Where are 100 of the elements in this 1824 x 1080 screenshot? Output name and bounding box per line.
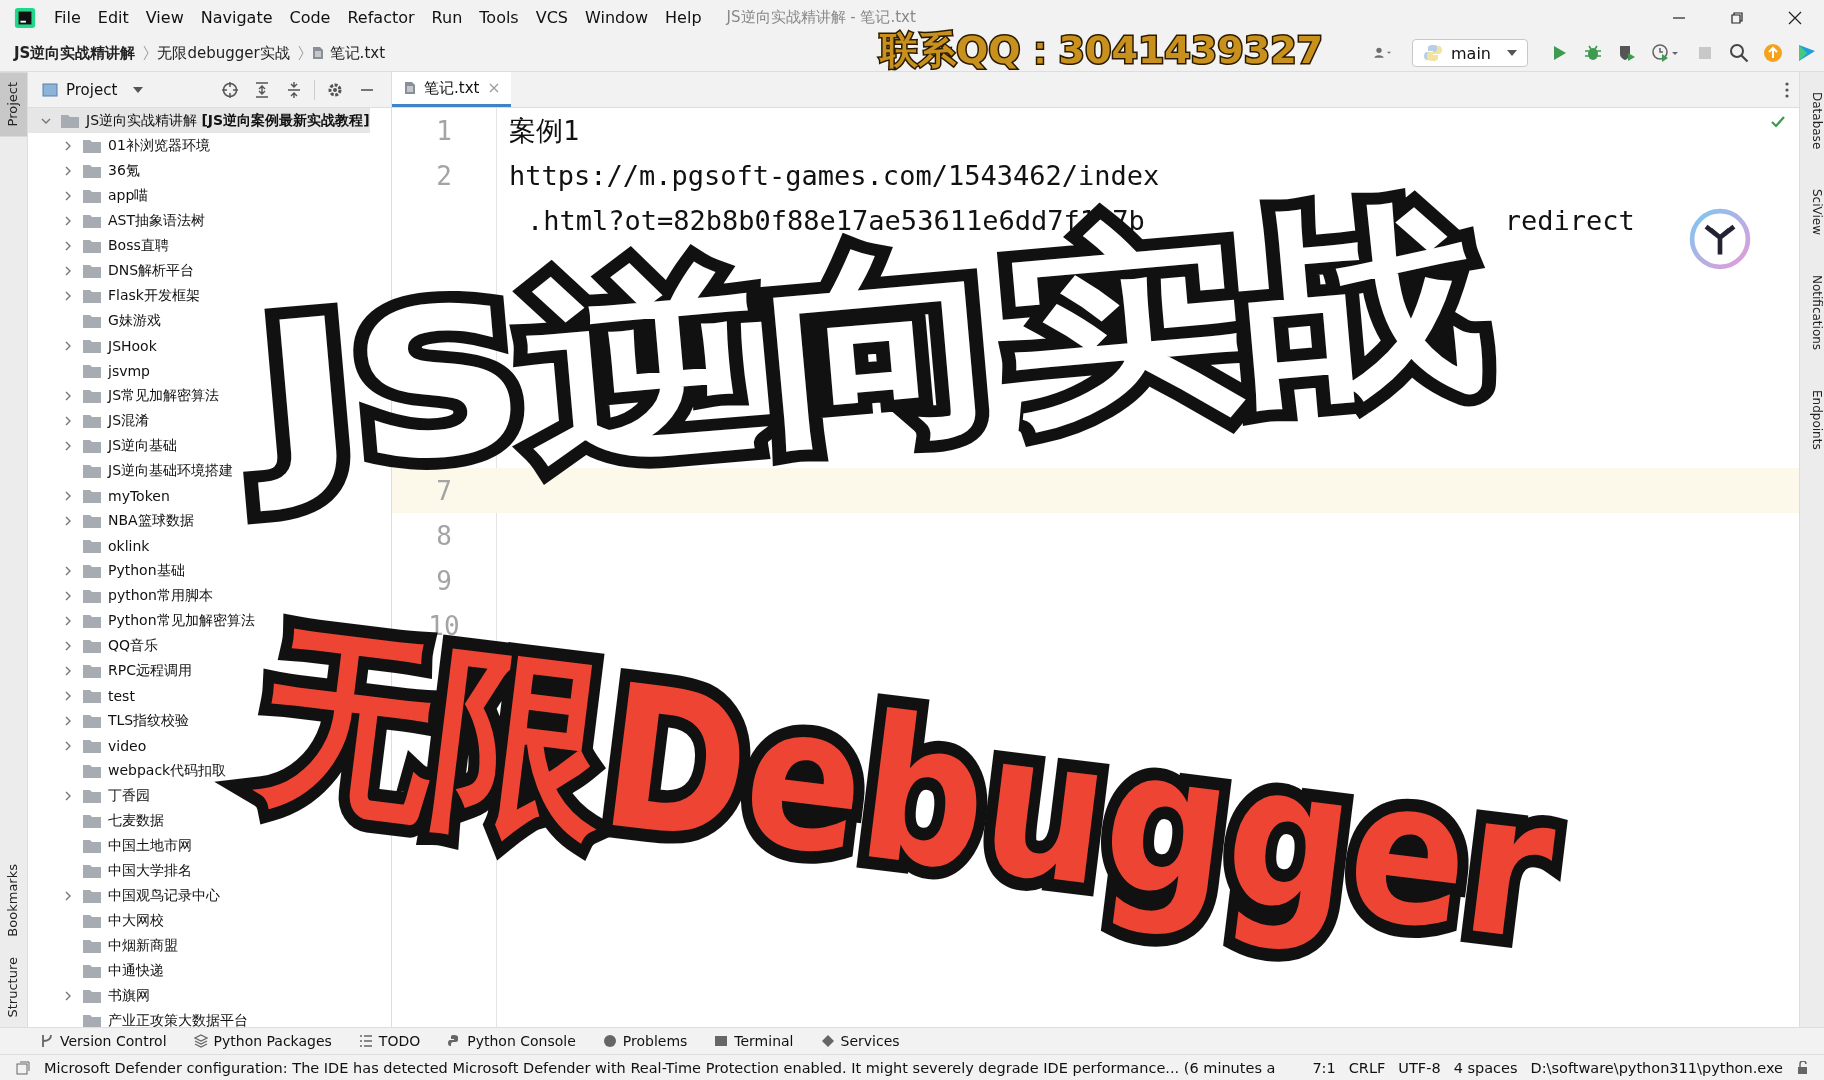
tool-window-tab[interactable]: Notifications xyxy=(1800,275,1824,351)
status-item[interactable]: D:\software\python311\python.exe xyxy=(1530,1059,1783,1076)
folder-icon xyxy=(83,663,101,678)
menu-item[interactable]: VCS xyxy=(535,8,568,27)
menu-item[interactable]: Navigate xyxy=(200,8,273,27)
expand-all-icon[interactable] xyxy=(253,80,271,99)
menu-item[interactable]: Run xyxy=(431,8,463,27)
tree-item[interactable]: JSHook xyxy=(28,333,157,358)
menu-item[interactable]: Code xyxy=(289,8,331,27)
tree-item[interactable]: AST抽象语法树 xyxy=(28,208,205,233)
tree-item[interactable]: 书旗网 xyxy=(28,983,150,1008)
tree-item[interactable]: 七麦数据 xyxy=(28,808,164,833)
tool-window-tab[interactable]: Project xyxy=(0,72,27,137)
tree-item[interactable]: myToken xyxy=(28,483,170,508)
code-text: https://m.pgsoft-games.com/1543462/index xyxy=(509,160,1160,191)
tool-window-button[interactable]: Python Packages xyxy=(193,1033,332,1049)
tool-window-tab[interactable]: Structure xyxy=(0,946,27,1027)
tool-window-button[interactable]: Problems xyxy=(602,1033,688,1049)
menu-item[interactable]: Window xyxy=(585,8,649,27)
tree-item[interactable]: video xyxy=(28,733,147,758)
tree-item[interactable]: 中国土地市网 xyxy=(28,833,192,858)
ring-logo-icon[interactable] xyxy=(1689,208,1751,270)
tree-item[interactable]: test xyxy=(28,683,135,708)
tool-window-tab[interactable]: SciView xyxy=(1800,189,1824,236)
tree-item[interactable]: JS常见加解密算法 xyxy=(28,383,219,408)
tree-item[interactable]: 丁香园 xyxy=(28,783,150,808)
tree-item[interactable]: TLS指纹校验 xyxy=(28,708,190,733)
folder-icon xyxy=(83,538,101,553)
more-options-icon[interactable] xyxy=(1785,81,1789,98)
status-item[interactable]: 4 spaces xyxy=(1453,1059,1518,1076)
tree-item[interactable]: NBA篮球数据 xyxy=(28,508,194,533)
caret-icon[interactable] xyxy=(133,86,144,93)
menu-item[interactable]: File xyxy=(54,8,81,27)
tool-window-button[interactable]: Version Control xyxy=(40,1033,167,1049)
tree-item[interactable]: Boss直聘 xyxy=(28,233,169,258)
tree-item[interactable]: Python常见加解密算法 xyxy=(28,608,255,633)
menu-item[interactable]: Help xyxy=(665,8,702,27)
tree-item[interactable]: JS逆向实战精讲解 [JS逆向案例最新实战教程] xyxy=(28,108,370,133)
menu-item[interactable]: Refactor xyxy=(347,8,415,27)
search-icon[interactable] xyxy=(1729,43,1749,63)
bug-icon[interactable] xyxy=(1583,43,1603,63)
tree-item[interactable]: Python基础 xyxy=(28,558,185,583)
menu-item[interactable]: View xyxy=(145,8,184,27)
tree-item[interactable]: 中国观鸟记录中心 xyxy=(28,883,220,908)
tool-window-tab[interactable]: Endpoints xyxy=(1800,390,1824,451)
tree-item[interactable]: JS逆向基础 xyxy=(28,433,177,458)
tool-window-button[interactable]: Services xyxy=(820,1033,900,1049)
tree-item[interactable]: python常用脚本 xyxy=(28,583,213,608)
close-icon[interactable] xyxy=(1788,10,1802,25)
panel-toggle-icon[interactable] xyxy=(16,1060,30,1075)
editor-tab[interactable]: 笔记.txt xyxy=(392,72,512,107)
collapse-all-icon[interactable] xyxy=(285,80,303,99)
tree-item[interactable]: QQ音乐 xyxy=(28,633,159,658)
tree-item[interactable]: 产业正攻策大数据平台 xyxy=(28,1008,248,1027)
toolbox-logo-icon[interactable] xyxy=(1797,43,1817,63)
tree-item[interactable]: 中烟新商盟 xyxy=(28,933,178,958)
tool-window-button[interactable]: TODO xyxy=(358,1033,421,1049)
tree-item[interactable]: jsvmp xyxy=(28,358,150,383)
tree-item[interactable]: 中大网校 xyxy=(28,908,164,933)
tree-item[interactable]: JS混淆 xyxy=(28,408,149,433)
breadcrumb[interactable]: 笔记.txt xyxy=(329,43,386,63)
tree-item-label: 中国大学排名 xyxy=(108,861,192,880)
tree-item[interactable]: app喵 xyxy=(28,183,149,208)
tool-window-icon xyxy=(193,1034,208,1048)
breadcrumb[interactable]: JS逆向实战精讲解 xyxy=(14,43,136,63)
status-item[interactable]: UTF-8 xyxy=(1398,1059,1441,1076)
run-config-dropdown[interactable]: main xyxy=(1412,39,1528,67)
menu-item[interactable]: Edit xyxy=(97,8,129,27)
restore-icon[interactable] xyxy=(1730,10,1744,25)
tool-window-button[interactable]: Terminal xyxy=(714,1033,794,1049)
tree-item[interactable]: JS逆向基础环境搭建 xyxy=(28,458,233,483)
shield-run-icon[interactable] xyxy=(1617,43,1637,63)
tool-window-tab[interactable]: Bookmarks xyxy=(0,853,27,947)
lock-icon[interactable] xyxy=(1796,1060,1810,1075)
panel-title[interactable]: Project xyxy=(66,80,118,99)
tree-item[interactable]: 中通快递 xyxy=(28,958,164,983)
tree-item[interactable]: Flask开发框架 xyxy=(28,283,200,308)
breadcrumb[interactable]: 无限debugger实战 xyxy=(157,43,290,63)
clock-run-icon[interactable] xyxy=(1651,43,1681,63)
tree-item-label: 01补浏览器环境 xyxy=(108,136,210,155)
tool-window-button[interactable]: Python Console xyxy=(447,1033,576,1049)
folder-icon xyxy=(83,338,101,353)
folder-icon xyxy=(83,588,101,603)
tree-item[interactable]: 01补浏览器环境 xyxy=(28,133,210,158)
tree-item[interactable]: oklink xyxy=(28,533,150,558)
locate-icon[interactable] xyxy=(221,80,239,99)
menu-item[interactable]: Tools xyxy=(479,8,519,27)
tree-item-label: RPC远程调用 xyxy=(108,661,192,680)
tree-item[interactable]: DNS解析平台 xyxy=(28,258,195,283)
tree-item[interactable]: 中国大学排名 xyxy=(28,858,192,883)
tree-item-label: 中烟新商盟 xyxy=(108,936,178,955)
tool-window-tab[interactable]: Database xyxy=(1800,92,1824,150)
tree-item[interactable]: G妹游戏 xyxy=(28,308,161,333)
status-message[interactable]: Microsoft Defender configuration: The IDE has detected Microsoft Defender with Real-Time Protection enabled. It might severely degrade IDE performance... (6 minutes a xyxy=(44,1059,1301,1076)
folder-icon xyxy=(83,888,101,903)
tree-item-label: python常用脚本 xyxy=(108,586,213,605)
status-item[interactable]: 7:1 xyxy=(1312,1059,1336,1076)
tree-item[interactable]: RPC远程调用 xyxy=(28,658,192,683)
tree-item[interactable]: 36氪 xyxy=(28,158,140,183)
status-item[interactable]: CRLF xyxy=(1348,1059,1386,1076)
